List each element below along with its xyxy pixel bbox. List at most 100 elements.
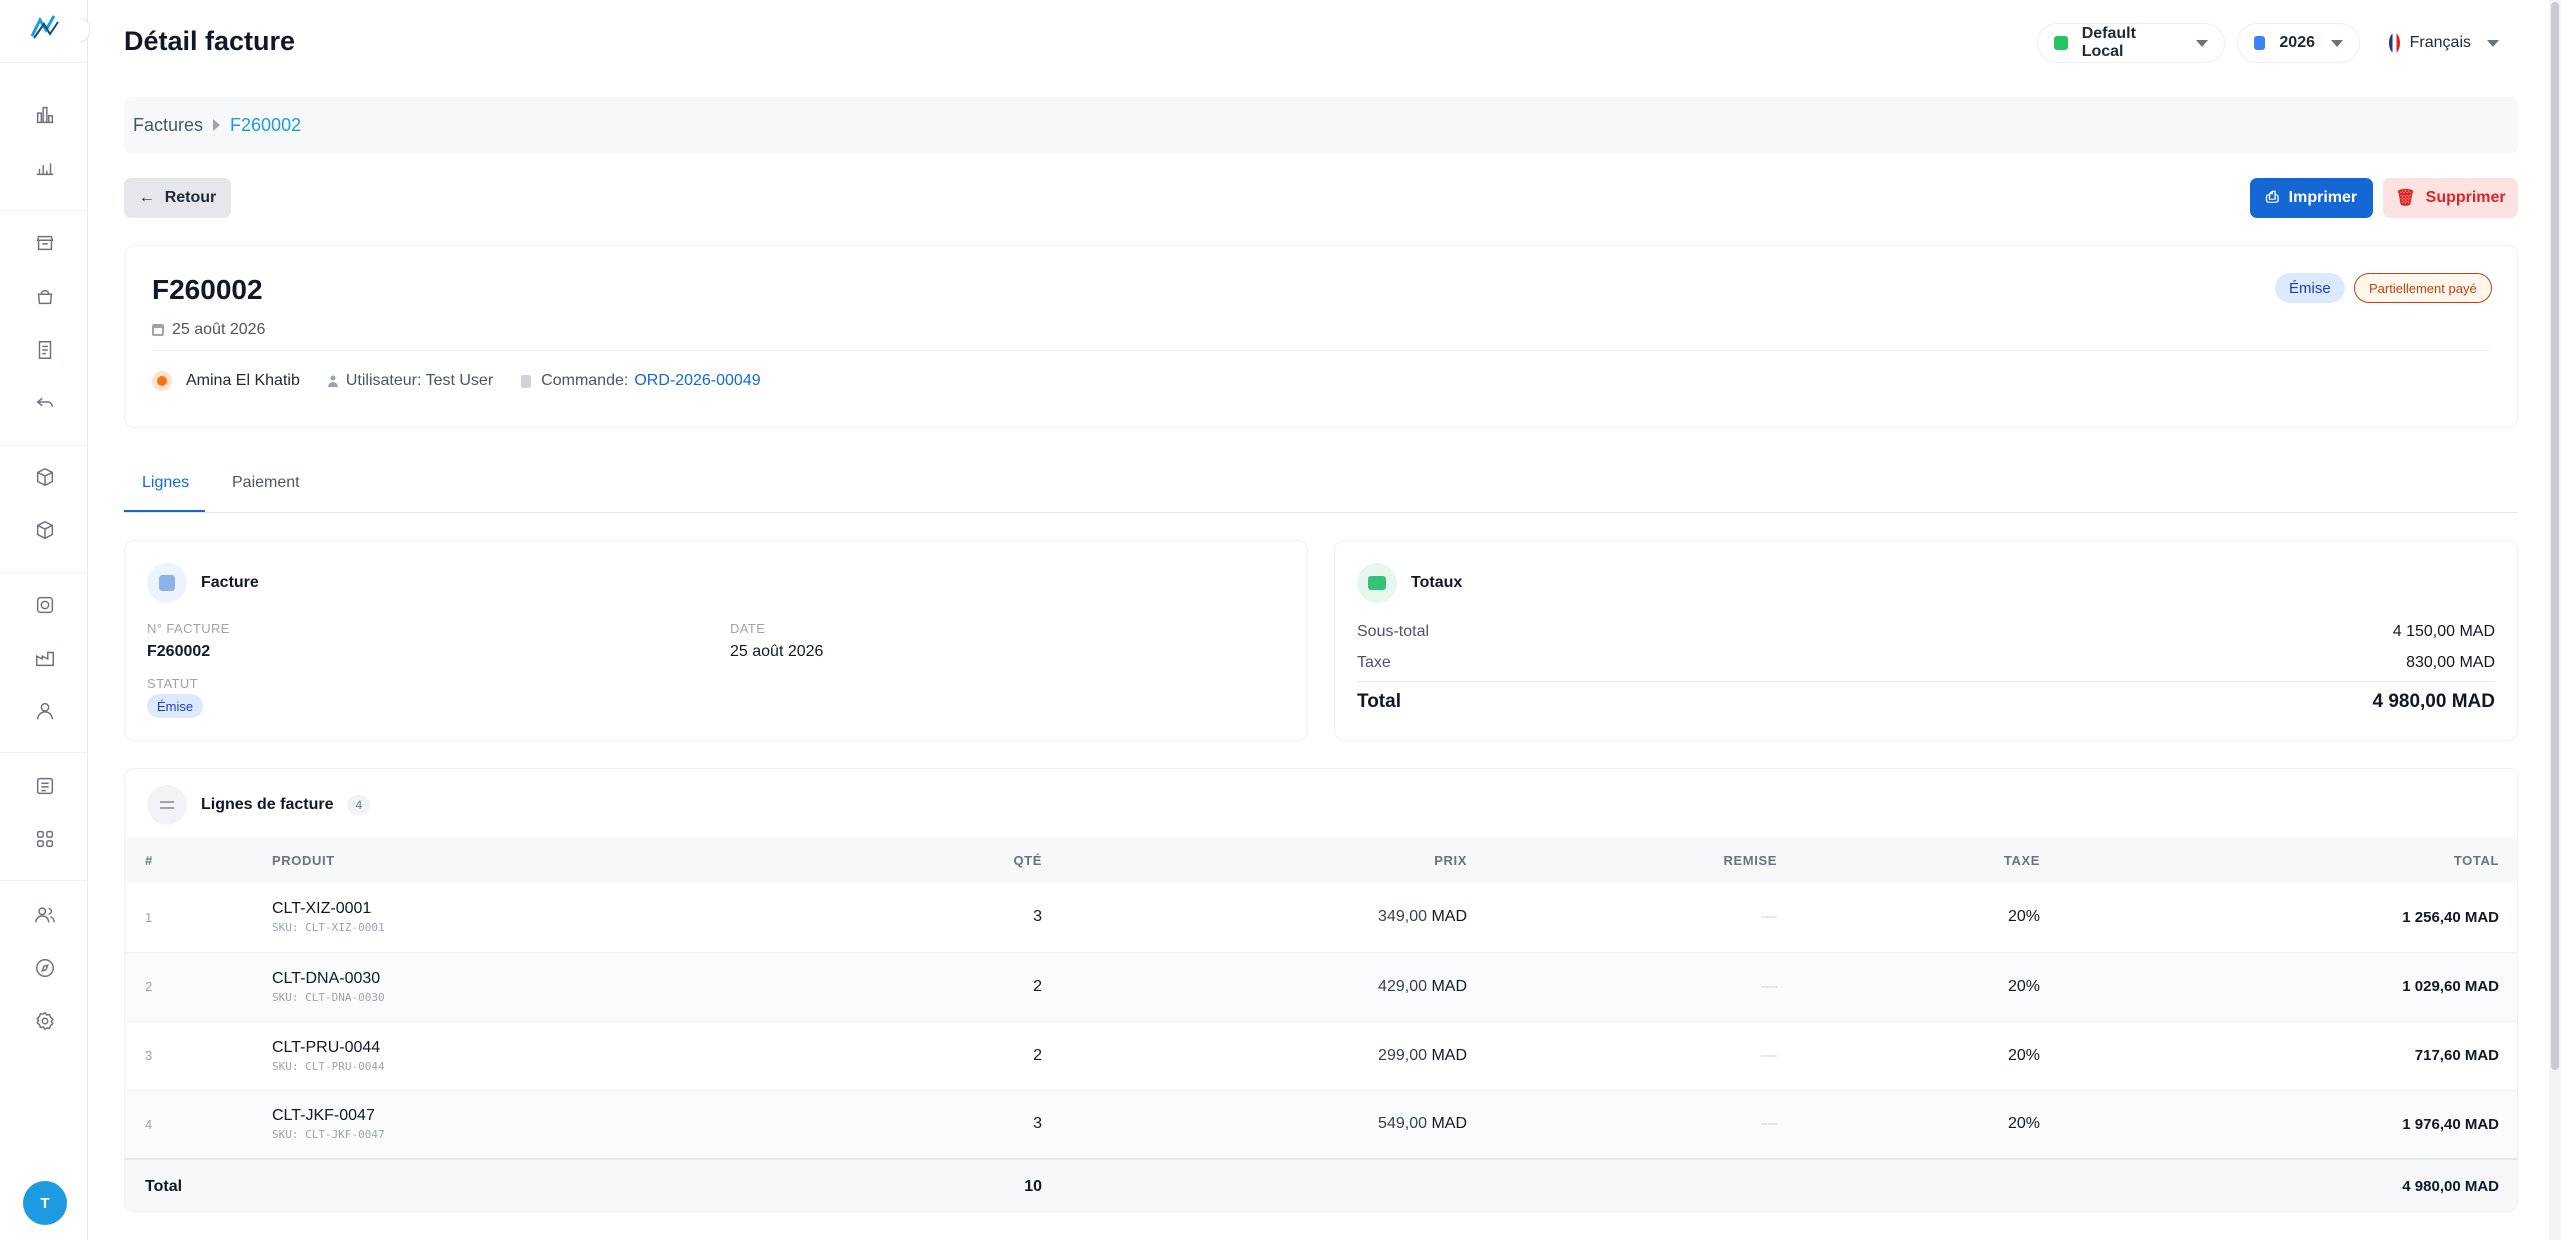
print-button-label: Imprimer bbox=[2288, 189, 2358, 206]
row-tax: 20% bbox=[2007, 977, 2040, 995]
table-row[interactable]: 1 CLT-XIZ-0001 SKU: CLT-XIZ-0001 3 349,0… bbox=[125, 883, 2517, 952]
back-button[interactable]: ← Retour bbox=[124, 178, 231, 218]
price-value: 429,00 bbox=[1378, 977, 1427, 995]
col-header-product: Produit bbox=[272, 852, 335, 868]
invoice-icon bbox=[147, 563, 187, 603]
language-label: Français bbox=[2409, 34, 2471, 51]
facture-card-header: Facture bbox=[147, 563, 259, 603]
tax-row: Taxe 830,00 MAD bbox=[1357, 654, 2495, 672]
col-header-discount: Remise bbox=[1723, 852, 1777, 868]
footer-empty bbox=[272, 1159, 872, 1211]
footer-total-label: Total bbox=[145, 1177, 183, 1195]
row-price: 429,00 MAD bbox=[1042, 952, 1467, 1021]
table-row[interactable]: 2 CLT-DNA-0030 SKU: CLT-DNA-0030 2 429,0… bbox=[125, 952, 2517, 1021]
price-value: 299,00 bbox=[1378, 1046, 1427, 1064]
lines-count-badge: 4 bbox=[347, 795, 371, 815]
status-chip: Émise bbox=[147, 694, 204, 718]
target-icon[interactable] bbox=[30, 590, 60, 620]
brand-logo[interactable] bbox=[30, 14, 60, 40]
invoice-number-value: F260002 bbox=[147, 643, 211, 660]
page-scrollbar[interactable] bbox=[2549, 0, 2561, 1240]
users-icon[interactable] bbox=[30, 900, 60, 930]
product-sku: SKU: CLT-XIZ-0001 bbox=[272, 921, 385, 935]
scrollbar-thumb[interactable] bbox=[2551, 2, 2559, 1070]
tax-label: Taxe bbox=[1357, 654, 1391, 671]
breadcrumb-current: F260002 bbox=[230, 114, 302, 135]
row-qty: 2 bbox=[1033, 977, 1042, 995]
price-value: 549,00 bbox=[1378, 1115, 1427, 1133]
breadcrumb-root[interactable]: Factures bbox=[133, 115, 203, 136]
package-icon[interactable] bbox=[30, 515, 60, 545]
factory-icon[interactable] bbox=[30, 643, 60, 673]
document-icon[interactable] bbox=[30, 335, 60, 365]
chart-icon[interactable] bbox=[30, 152, 60, 182]
tab-paiement[interactable]: Paiement bbox=[232, 474, 300, 492]
row-product: CLT-XIZ-0001 SKU: CLT-XIZ-0001 bbox=[272, 883, 872, 952]
trash-icon: 🗑 bbox=[2395, 190, 2416, 207]
dashboard-icon[interactable] bbox=[30, 100, 60, 130]
sidebar-divider bbox=[0, 880, 88, 881]
invoice-meta: Amina El Khatib Utilisateur: Test User C… bbox=[152, 371, 761, 391]
date-value: 25 août 2026 bbox=[730, 643, 824, 660]
tab-lignes[interactable]: Lignes bbox=[142, 474, 189, 492]
table-row[interactable]: 4 CLT-JKF-0047 SKU: CLT-JKF-0047 3 549,0… bbox=[125, 1090, 2517, 1159]
product-sku: SKU: CLT-JKF-0047 bbox=[272, 1128, 385, 1142]
warehouse-selector[interactable]: Default Local bbox=[2037, 23, 2225, 63]
delete-button[interactable]: 🗑 Supprimer bbox=[2383, 178, 2518, 218]
product-name: CLT-PRU-0044 bbox=[272, 1038, 381, 1056]
totals-card: Totaux Sous-total 4 150,00 MAD Taxe 830,… bbox=[1334, 540, 2518, 741]
subtotal-value: 4 150,00 MAD bbox=[2392, 623, 2495, 640]
col-header-index: # bbox=[145, 852, 153, 868]
order-link[interactable]: ORD-2026-00049 bbox=[634, 372, 760, 390]
sidebar-divider bbox=[0, 752, 88, 753]
order-icon bbox=[521, 374, 532, 388]
back-button-label: Retour bbox=[164, 189, 217, 206]
user-icon[interactable] bbox=[30, 696, 60, 726]
divider bbox=[1357, 681, 2495, 682]
row-price: 299,00 MAD bbox=[1042, 1021, 1467, 1090]
product-name: CLT-DNA-0030 bbox=[272, 969, 381, 987]
footer-total-qty: 10 bbox=[1024, 1177, 1042, 1195]
row-product: CLT-PRU-0044 SKU: CLT-PRU-0044 bbox=[272, 1021, 872, 1090]
compass-icon[interactable] bbox=[30, 953, 60, 983]
row-discount: — bbox=[1761, 908, 1777, 926]
totals-card-header: Totaux bbox=[1357, 563, 1462, 603]
tab-bar: Lignes Paiement bbox=[124, 462, 2518, 513]
lines-icon bbox=[147, 785, 187, 825]
sidebar-collapse-toggle[interactable] bbox=[80, 18, 90, 42]
footer-empty bbox=[1777, 1159, 2040, 1211]
settings-icon[interactable] bbox=[30, 1006, 60, 1036]
calendar-icon bbox=[2254, 36, 2266, 50]
invoice-user: Utilisateur: Test User bbox=[345, 372, 494, 389]
footer-total-amount: 4 980,00 MAD bbox=[2402, 1178, 2499, 1195]
year-selector[interactable]: 2026 bbox=[2237, 23, 2360, 63]
grid-icon[interactable] bbox=[30, 824, 60, 854]
app-root: T Détail facture Default Local 2026 Fran… bbox=[0, 0, 2561, 1240]
breadcrumb: Factures F260002 bbox=[124, 97, 2518, 153]
row-discount: — bbox=[1761, 1115, 1777, 1133]
avatar[interactable]: T bbox=[23, 1181, 67, 1225]
invoice-date: 25 août 2026 bbox=[152, 321, 265, 339]
row-tax: 20% bbox=[2007, 1115, 2040, 1133]
client-name[interactable]: Amina El Khatib bbox=[186, 372, 300, 390]
return-icon[interactable] bbox=[30, 387, 60, 417]
list-icon[interactable] bbox=[30, 771, 60, 801]
invoice-number: F260002 bbox=[152, 274, 263, 305]
product-sku: SKU: CLT-DNA-0030 bbox=[272, 990, 385, 1004]
year-label: 2026 bbox=[2279, 34, 2315, 51]
print-button[interactable]: ⎙ Imprimer bbox=[2250, 178, 2373, 218]
basket-icon[interactable] bbox=[30, 282, 60, 312]
box-icon[interactable] bbox=[30, 462, 60, 492]
delete-button-label: Supprimer bbox=[2425, 189, 2506, 206]
row-total: 1 256,40 MAD bbox=[2402, 908, 2499, 926]
page-title: Détail facture bbox=[124, 26, 296, 56]
table-footer-row: Total 10 4 980,00 MAD bbox=[125, 1159, 2517, 1211]
row-price: 349,00 MAD bbox=[1042, 883, 1467, 952]
row-index: 4 bbox=[145, 1116, 153, 1132]
total-row: Total 4 980,00 MAD bbox=[1357, 691, 2495, 713]
store-icon[interactable] bbox=[30, 228, 60, 258]
language-selector[interactable]: Français bbox=[2372, 23, 2516, 63]
divider bbox=[152, 350, 2490, 351]
table-row[interactable]: 3 CLT-PRU-0044 SKU: CLT-PRU-0044 2 299,0… bbox=[125, 1021, 2517, 1090]
price-currency: MAD bbox=[1431, 1046, 1467, 1064]
